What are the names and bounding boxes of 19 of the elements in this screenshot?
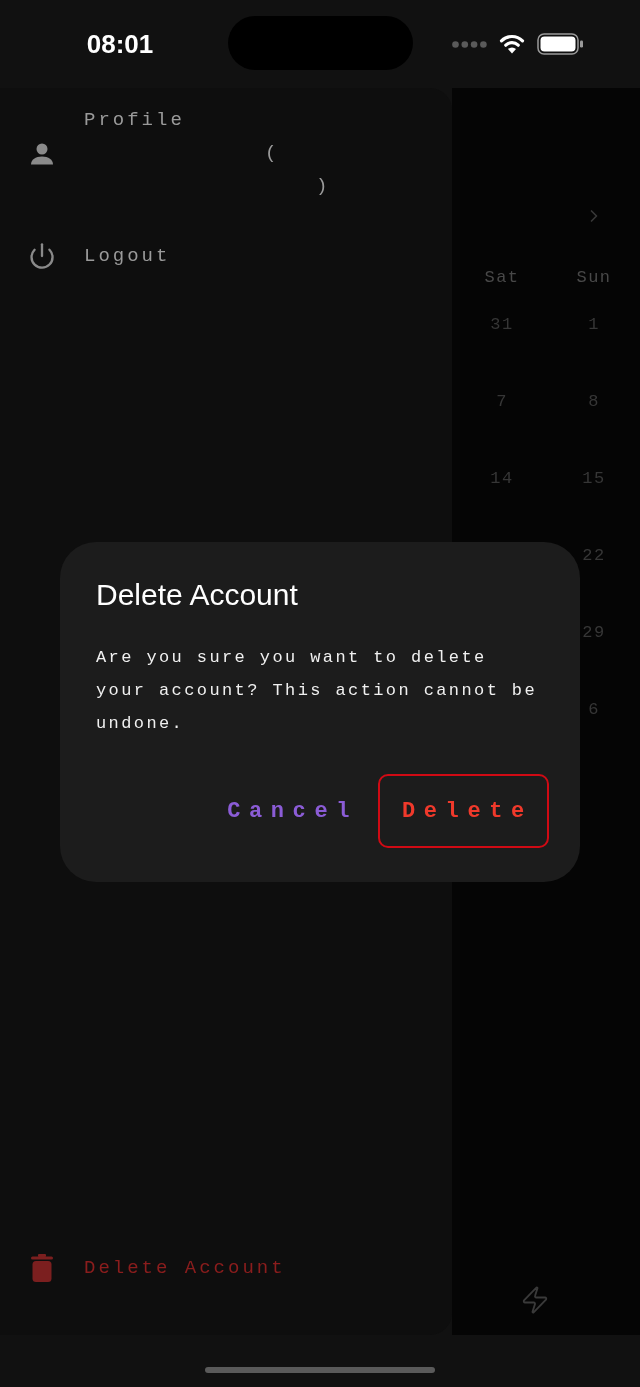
delete-account-button[interactable]: Delete Account xyxy=(28,1253,286,1282)
power-icon xyxy=(28,242,56,271)
signal-dots-icon xyxy=(452,40,487,48)
profile-button[interactable]: Profile xyxy=(84,104,185,137)
lightning-icon[interactable] xyxy=(520,1285,550,1315)
weekday-label: Sun xyxy=(576,270,612,286)
trash-icon xyxy=(31,1253,53,1282)
profile-detail-text: ) xyxy=(316,175,331,197)
status-time: 08:01 xyxy=(86,27,154,61)
person-icon xyxy=(30,142,54,165)
weekday-label: Sat xyxy=(484,270,520,286)
dialog-message: Are you sure you want to delete your account? This action cannot be undone. xyxy=(96,647,539,735)
battery-icon xyxy=(537,33,584,55)
logout-button[interactable]: Logout xyxy=(28,242,171,271)
delete-button[interactable]: Delete xyxy=(378,774,549,848)
dialog-title: Delete Account xyxy=(96,577,298,613)
cancel-button[interactable]: Cancel xyxy=(219,774,360,848)
profile-detail-text: ( xyxy=(265,142,280,164)
wifi-icon xyxy=(499,34,525,54)
